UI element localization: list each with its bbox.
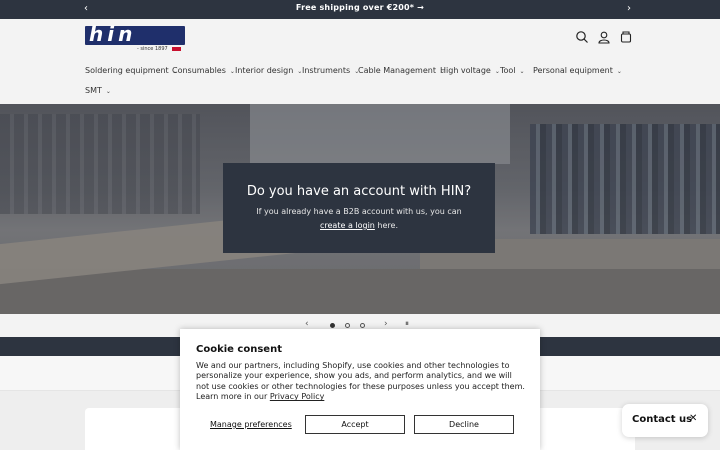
announcement-next-icon[interactable]: › [627,2,631,16]
hero-text-card: Do you have an account with HIN? If you … [223,163,495,253]
hin-logo[interactable]: hin - since 1897 [85,22,185,52]
nav-item-high-voltage[interactable]: High voltage ⌄ [440,66,500,75]
hero-body-text: If you already have a B2B account with u… [256,207,462,216]
slide-dot[interactable] [360,323,365,328]
slide-pause-icon[interactable]: ⏸ [405,319,409,329]
create-login-link[interactable]: create a login [320,221,375,230]
cart-icon[interactable] [619,30,633,44]
manage-preferences-link[interactable]: Manage preferences [210,420,292,429]
nav-label: Consumables [172,66,226,75]
account-icon[interactable] [597,30,611,44]
nav-label: Cable Management [358,66,436,75]
nav-label: High voltage [440,66,491,75]
nav-label: Personal equipment [533,66,613,75]
nav-label: Interior design [235,66,294,75]
nav-item-consumables[interactable]: Consumables ⌄ [172,66,235,75]
decline-button[interactable]: Decline [414,415,514,434]
contact-us-widget[interactable]: Contact us ✕ [622,404,708,437]
nav-item-tool[interactable]: Tool ⌄ [500,66,525,75]
nav-label: Soldering equipment [85,66,169,75]
slide-dot[interactable] [330,323,335,328]
slide-prev-icon[interactable]: ‹ [305,319,309,329]
hero-body: If you already have a B2B account with u… [245,205,473,233]
announcement-bar: ‹ Free shipping over €200* → › [0,0,720,19]
nav-label: Instruments [302,66,351,75]
nav-label: SMT [85,86,102,95]
privacy-policy-link[interactable]: Privacy Policy [270,392,325,401]
chevron-down-icon: ⌄ [519,68,525,75]
hero-body-suffix: here. [374,221,398,230]
cookie-title: Cookie consent [196,344,282,355]
search-icon[interactable] [575,30,589,44]
nav-item-personal-equipment[interactable]: Personal equipment ⌄ [533,66,622,75]
site-header: hin - since 1897 Soldering equipment ⌄ Co… [0,19,720,104]
cookie-body: We and our partners, including Shopify, … [196,361,526,403]
close-icon[interactable]: ✕ [689,413,697,424]
nav-item-interior-design[interactable]: Interior design ⌄ [235,66,302,75]
nav-item-cable-management[interactable]: Cable Management ⌄ [358,66,445,75]
hero-title: Do you have an account with HIN? [246,184,472,199]
chevron-down-icon: ⌄ [616,68,622,75]
announcement-message[interactable]: Free shipping over €200* → [0,3,720,12]
nav-item-instruments[interactable]: Instruments ⌄ [302,66,359,75]
nav-item-smt[interactable]: SMT ⌄ [85,86,111,95]
nav-item-soldering-equipment[interactable]: Soldering equipment ⌄ [85,66,178,75]
chevron-down-icon: ⌄ [105,88,111,95]
logo-since-text: - since 1897 [137,46,168,52]
logo-flag-icon [172,47,181,51]
accept-button[interactable]: Accept [305,415,405,434]
contact-us-label[interactable]: Contact us [632,414,692,425]
cookie-body-text: We and our partners, including Shopify, … [196,361,525,402]
nav-label: Tool [500,66,516,75]
logo-wordmark: hin [89,22,137,46]
slide-dot[interactable] [345,323,350,328]
logo-badge: hin [85,22,185,46]
slide-next-icon[interactable]: › [384,319,388,329]
cookie-consent-dialog: Cookie consent We and our partners, incl… [180,329,540,450]
